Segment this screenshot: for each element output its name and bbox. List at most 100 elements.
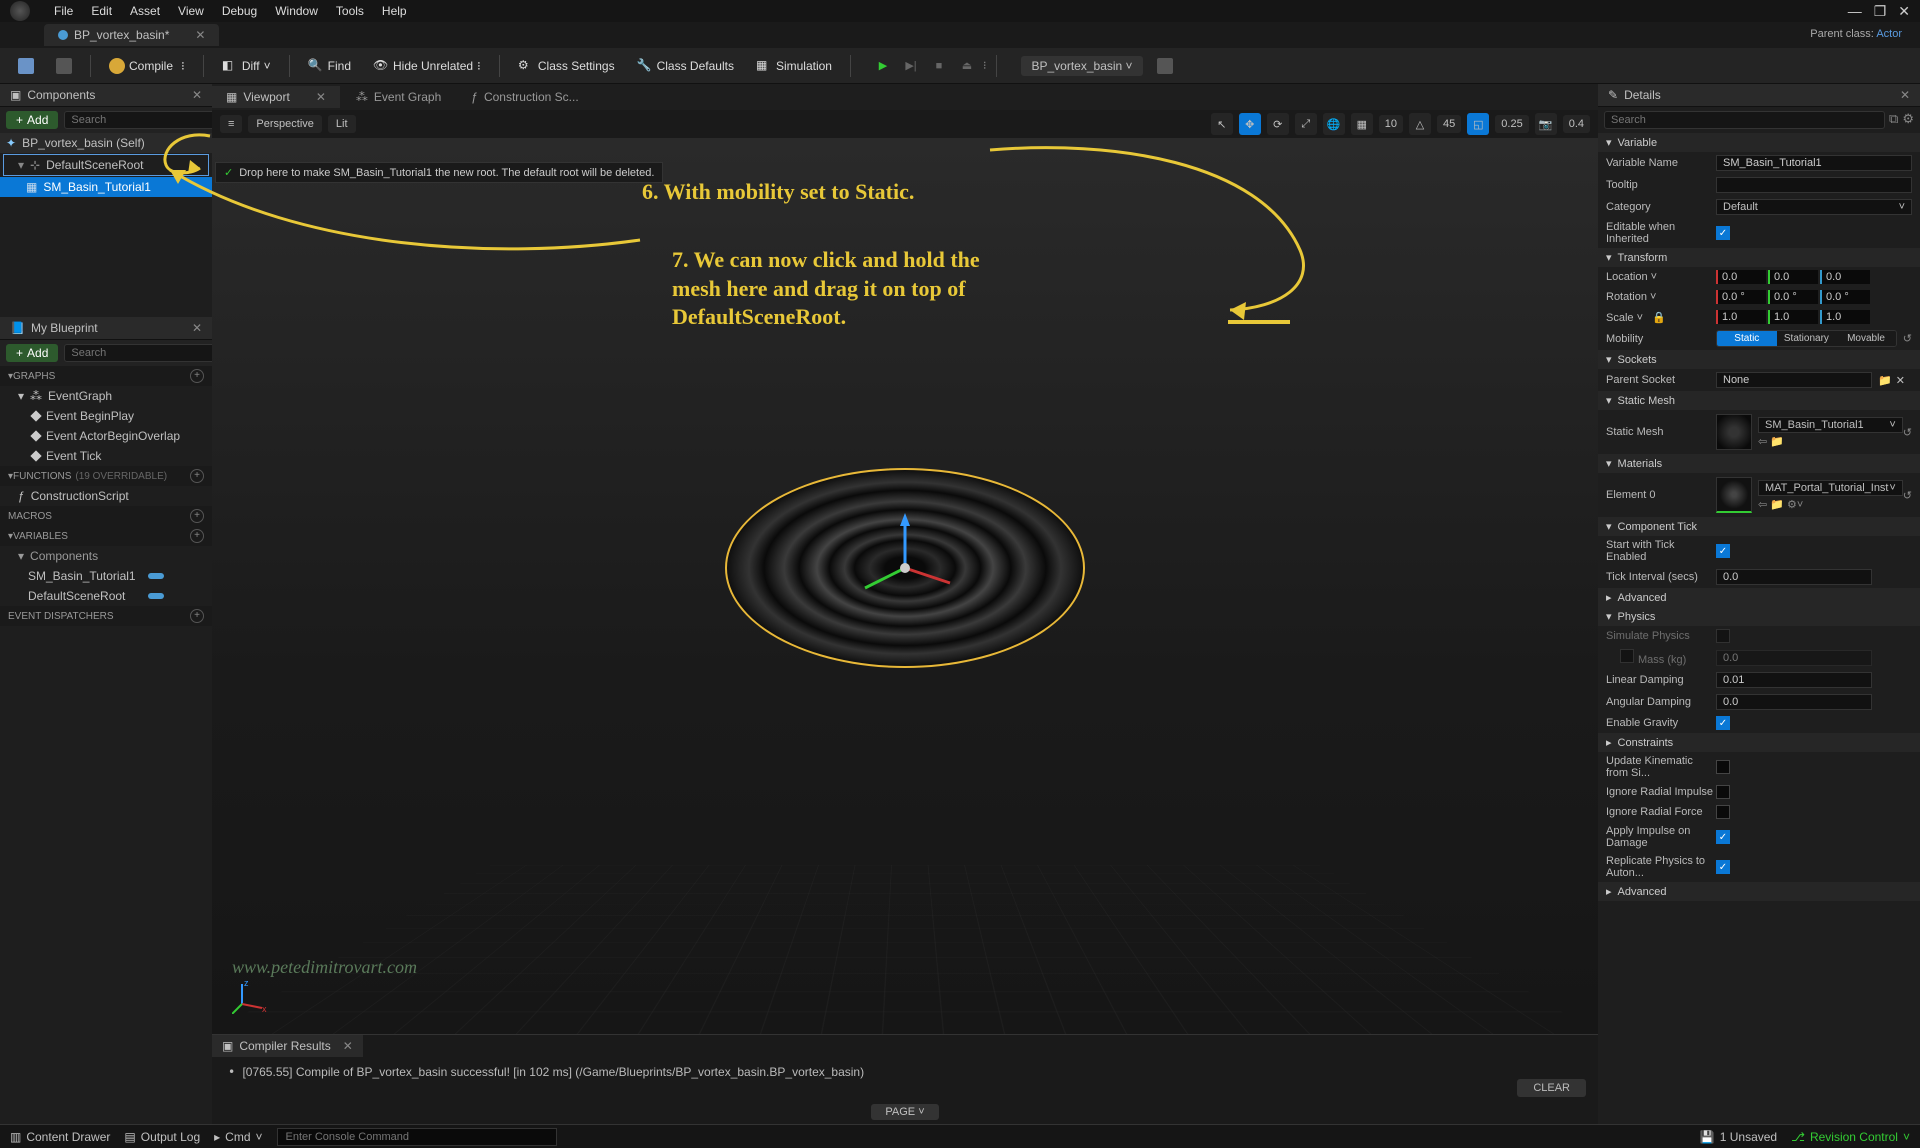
hide-unrelated-button[interactable]: 👁Hide Unrelated ⁝ (365, 54, 489, 78)
update-kinematic-checkbox[interactable] (1716, 760, 1730, 774)
rotation-y[interactable] (1768, 290, 1818, 304)
event-actorbeginoverlap[interactable]: Event ActorBeginOverlap (0, 426, 212, 446)
tab-construction-script[interactable]: ƒConstruction Sc... (457, 86, 592, 108)
page-button[interactable]: PAGE ˅ (871, 1104, 938, 1120)
parent-socket-field[interactable] (1716, 372, 1872, 388)
tick-interval-field[interactable] (1716, 569, 1872, 585)
menu-asset[interactable]: Asset (130, 4, 160, 18)
content-drawer-button[interactable]: ▥Content Drawer (10, 1130, 110, 1144)
section-materials[interactable]: ▾ Materials (1598, 454, 1920, 473)
material-thumbnail[interactable] (1716, 477, 1752, 513)
clear-button[interactable]: CLEAR (1517, 1079, 1586, 1097)
angle-snap-toggle[interactable]: △ (1409, 113, 1431, 135)
editable-inherited-checkbox[interactable] (1716, 226, 1730, 240)
section-advanced[interactable]: ▸ Advanced (1598, 588, 1920, 607)
section-advanced-physics[interactable]: ▸ Advanced (1598, 882, 1920, 901)
panel-close-icon[interactable]: ✕ (1900, 88, 1910, 102)
section-variable[interactable]: ▾ Variable (1598, 133, 1920, 152)
stop-button[interactable]: ■ (927, 54, 951, 78)
rotation-x[interactable] (1716, 290, 1766, 304)
simulation-button[interactable]: ▦Simulation (748, 54, 840, 78)
section-constraints[interactable]: ▸ Constraints (1598, 733, 1920, 752)
scale-snap-toggle[interactable]: ◱ (1467, 113, 1489, 135)
apply-impulse-damage-checkbox[interactable] (1716, 830, 1730, 844)
blueprint-tab[interactable]: BP_vortex_basin* ✕ (44, 24, 219, 46)
reset-icon[interactable]: ↺ (1903, 489, 1912, 502)
material-dropdown[interactable]: MAT_Portal_Tutorial_Inst˅ (1758, 480, 1903, 496)
menu-debug[interactable]: Debug (222, 4, 257, 18)
construction-script-item[interactable]: ƒ ConstructionScript (0, 486, 212, 506)
class-defaults-button[interactable]: 🔧Class Defaults (629, 54, 742, 78)
variable-name-field[interactable] (1716, 155, 1912, 171)
scale-snap-value[interactable]: 0.25 (1495, 115, 1528, 133)
my-blueprint-tab[interactable]: 📘 My Blueprint ✕ (0, 317, 212, 340)
component-sm-basin[interactable]: ▦ SM_Basin_Tutorial1 (0, 177, 212, 197)
angular-damping-field[interactable] (1716, 694, 1872, 710)
console-command-input[interactable] (277, 1128, 557, 1146)
menu-edit[interactable]: Edit (91, 4, 112, 18)
simulate-physics-checkbox[interactable] (1716, 629, 1730, 643)
save-button[interactable] (10, 54, 42, 78)
component-default-scene-root[interactable]: ▾ ⊹ DefaultSceneRoot (4, 155, 208, 175)
event-beginplay[interactable]: Event BeginPlay (0, 406, 212, 426)
material-settings-icon[interactable]: ⚙˅ (1787, 499, 1803, 511)
find-button[interactable]: 🔍Find (300, 54, 359, 78)
mobility-segmented[interactable]: Static Stationary Movable (1716, 330, 1897, 347)
location-z[interactable] (1820, 270, 1870, 284)
event-dispatchers-header[interactable]: EVENT DISPATCHERS+ (0, 606, 212, 626)
graphs-header[interactable]: ▾ GRAPHS+ (0, 366, 212, 386)
scale-y[interactable] (1768, 310, 1818, 324)
tick-enabled-checkbox[interactable] (1716, 544, 1730, 558)
section-component-tick[interactable]: ▾ Component Tick (1598, 517, 1920, 536)
mobility-movable[interactable]: Movable (1836, 331, 1896, 346)
viewport-3d[interactable]: x z 6. With mobility set to Static. 7. W… (212, 138, 1598, 1034)
category-dropdown[interactable]: Default˅ (1716, 199, 1912, 215)
parent-class-link[interactable]: Actor (1876, 28, 1902, 40)
mobility-static[interactable]: Static (1717, 331, 1777, 346)
class-settings-button[interactable]: ⚙Class Settings (510, 54, 623, 78)
eventgraph-item[interactable]: ▾ ⁂ EventGraph (0, 386, 212, 406)
rotate-tool[interactable]: ⟳ (1267, 113, 1289, 135)
camera-speed-icon[interactable]: 📷 (1535, 113, 1557, 135)
use-selected-icon[interactable]: ⇦ (1758, 499, 1767, 511)
skip-button[interactable]: ▶| (899, 54, 923, 78)
section-static-mesh[interactable]: ▾ Static Mesh (1598, 391, 1920, 410)
components-search-input[interactable] (64, 111, 220, 129)
variables-components-header[interactable]: ▾ Components (0, 546, 212, 566)
add-component-button[interactable]: + Add (6, 111, 58, 129)
locate-button[interactable] (1149, 54, 1181, 78)
linear-damping-field[interactable] (1716, 672, 1872, 688)
menu-window[interactable]: Window (275, 4, 318, 18)
replicate-physics-checkbox[interactable] (1716, 860, 1730, 874)
transform-gizmo[interactable] (845, 508, 965, 628)
section-sockets[interactable]: ▾ Sockets (1598, 350, 1920, 369)
details-search-input[interactable] (1604, 111, 1885, 129)
browse-asset-icon[interactable]: 📁 (1770, 499, 1784, 511)
static-mesh-thumbnail[interactable] (1716, 414, 1752, 450)
blueprint-search-input[interactable] (64, 344, 220, 362)
add-blueprint-button[interactable]: + Add (6, 344, 58, 362)
menu-tools[interactable]: Tools (336, 4, 364, 18)
panel-close-icon[interactable]: ✕ (192, 321, 202, 335)
surface-snap-toggle[interactable]: ▦ (1351, 113, 1373, 135)
section-transform[interactable]: ▾ Transform (1598, 248, 1920, 267)
unsaved-indicator[interactable]: 💾1 Unsaved (1700, 1130, 1777, 1144)
mobility-stationary[interactable]: Stationary (1777, 331, 1837, 346)
panel-close-icon[interactable]: ✕ (192, 88, 202, 102)
angle-snap-value[interactable]: 45 (1437, 115, 1461, 133)
functions-header[interactable]: ▾ FUNCTIONS (19 OVERRIDABLE)+ (0, 466, 212, 486)
eject-button[interactable]: ⏏ (955, 54, 979, 78)
lock-icon[interactable]: 🔒 (1652, 312, 1666, 324)
maximize-icon[interactable]: ❐ (1874, 3, 1887, 20)
diff-button[interactable]: ◧Diff ˅ (214, 54, 279, 78)
component-self[interactable]: ✦ BP_vortex_basin (Self) (0, 133, 212, 153)
reset-icon[interactable]: ↺ (1903, 426, 1912, 439)
scale-z[interactable] (1820, 310, 1870, 324)
details-panel-tab[interactable]: ✎ Details ✕ (1598, 84, 1920, 107)
grid-snap-value[interactable]: 10 (1379, 115, 1403, 133)
filter-icon[interactable]: ⧉ (1889, 111, 1898, 129)
tab-close-icon[interactable]: ✕ (195, 28, 205, 42)
variables-header[interactable]: ▾ VARIABLES+ (0, 526, 212, 546)
menu-view[interactable]: View (178, 4, 204, 18)
var-default-scene-root[interactable]: DefaultSceneRoot (0, 586, 212, 606)
